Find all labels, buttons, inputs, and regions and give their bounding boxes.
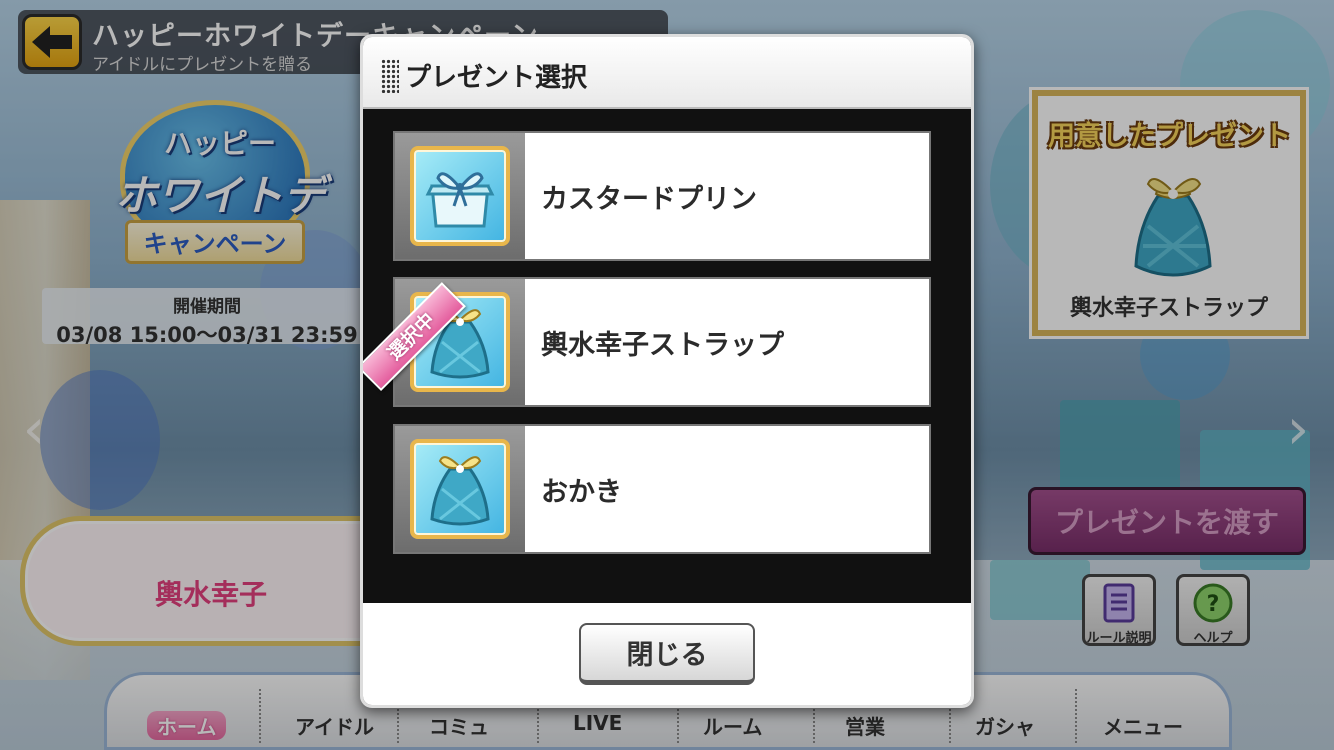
present-item-okaki[interactable]: おかき [393, 424, 931, 554]
modal-header: プレゼント選択 [363, 37, 971, 109]
modal-title: プレゼント選択 [405, 63, 588, 93]
gift-bag-icon [430, 456, 490, 526]
present-item-name: カスタードプリン [541, 183, 757, 215]
present-icon-frame [410, 439, 510, 539]
present-item-name: おかき [541, 476, 622, 508]
modal-footer: 閉じる [363, 603, 971, 705]
present-select-modal: プレゼント選択 カスタードプリン 輿水幸子ストラップ おかき 選択中 閉じる [360, 34, 974, 708]
present-icon-frame [410, 146, 510, 246]
pudding-gift-icon [425, 172, 495, 228]
present-item-koshimizu-strap[interactable]: 輿水幸子ストラップ [393, 277, 931, 407]
present-icon-cell [395, 133, 525, 259]
present-item-custard-pudding[interactable]: カスタードプリン [393, 131, 931, 261]
close-button[interactable]: 閉じる [579, 623, 755, 685]
present-icon-cell [395, 426, 525, 552]
grip-dots-icon [381, 59, 399, 93]
present-item-name: 輿水幸子ストラップ [541, 329, 784, 361]
